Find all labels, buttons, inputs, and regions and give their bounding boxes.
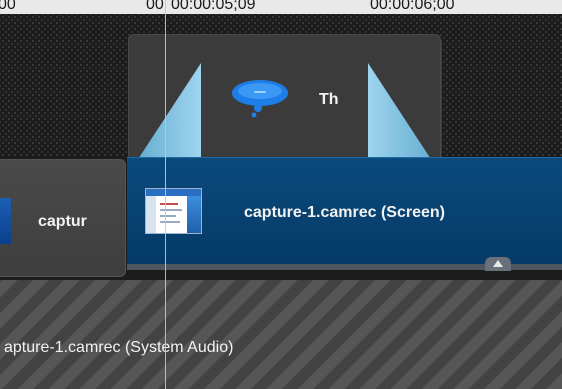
audio-clip[interactable]: apture-1.camrec (System Audio) (0, 280, 562, 389)
timeline-ruler[interactable]: 00 00 00:00:05;09 00:00:06;00 (0, 0, 562, 14)
ruler-label: 00 (0, 0, 16, 13)
callout-track[interactable]: Th (0, 14, 562, 172)
track-divider (441, 40, 442, 158)
previous-video-clip[interactable]: captur (0, 159, 126, 277)
audio-clip-label: apture-1.camrec (System Audio) (4, 339, 234, 356)
ruler-label: 00:00:06;00 (370, 0, 455, 13)
playhead-line[interactable] (165, 0, 166, 389)
selected-video-clip[interactable]: capture-1.camrec (Screen) (127, 157, 562, 267)
video-track[interactable]: captur capture-1.camrec (Screen) (0, 157, 562, 280)
clip-thumbnail (0, 198, 11, 244)
ruler-label: 00 (146, 0, 164, 13)
callout-clip-label: Th (319, 91, 339, 108)
clip-thumbnail (145, 188, 202, 234)
fade-in-indicator[interactable] (129, 35, 209, 171)
timeline-panel: 00 00 00:00:05;09 00:00:06;00 Th captur … (0, 0, 562, 389)
previous-clip-label: captur (38, 213, 87, 230)
callout-clip[interactable]: Th (128, 34, 441, 172)
fade-out-indicator[interactable] (360, 35, 440, 171)
cloud-callout-icon (230, 77, 290, 119)
ruler-label: 00:00:05;09 (171, 0, 256, 13)
current-clip-label: capture-1.camrec (Screen) (244, 204, 445, 221)
expand-track-handle[interactable] (485, 257, 511, 271)
